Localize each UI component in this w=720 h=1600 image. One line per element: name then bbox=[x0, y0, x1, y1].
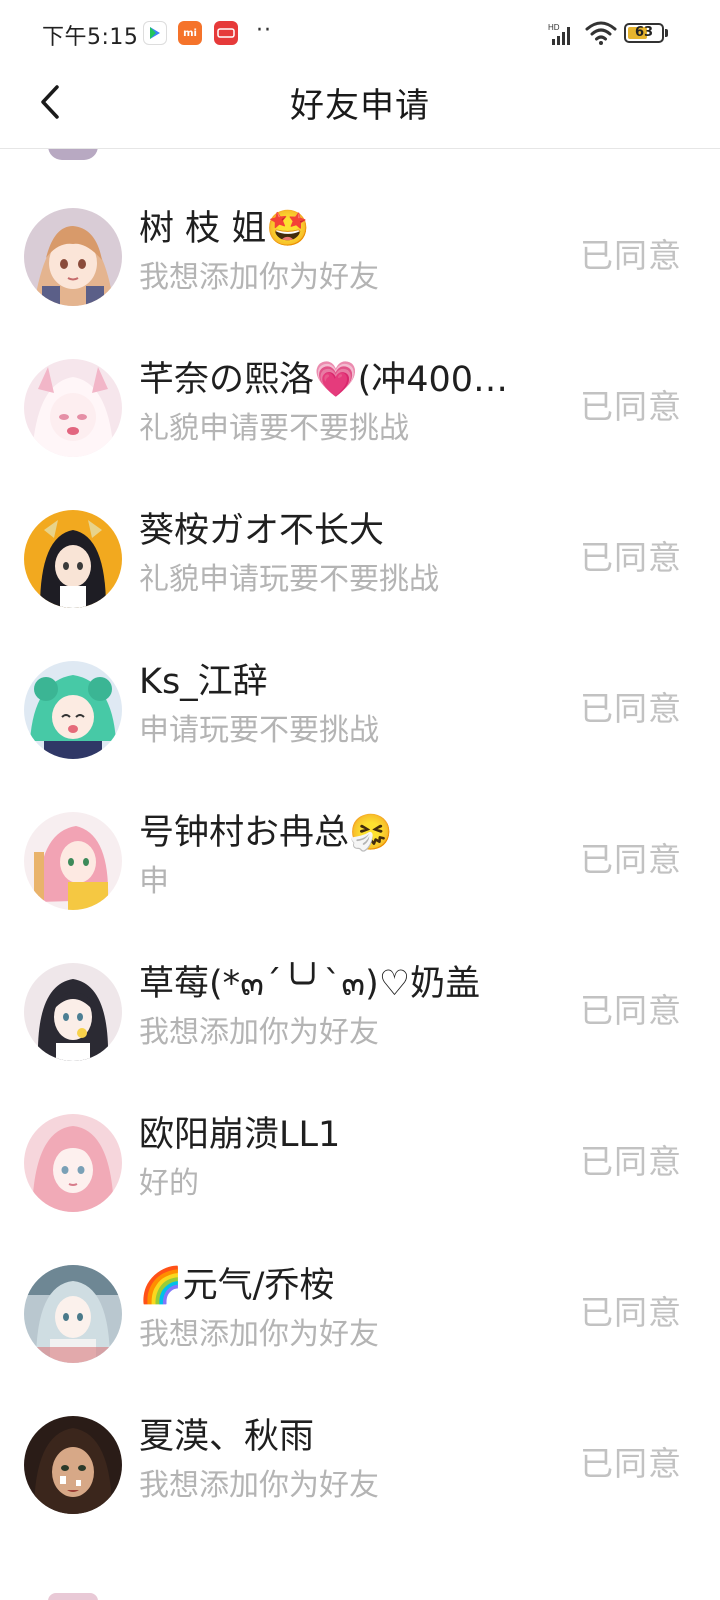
request-message: 申请玩要不要挑战 bbox=[139, 713, 379, 748]
status-accepted: 已同意 bbox=[580, 840, 682, 879]
requester-name: 草莓(*๓´╰╯`๓)♡奶盖 bbox=[139, 964, 481, 1004]
header: 好友申请 bbox=[0, 66, 720, 149]
avatar[interactable] bbox=[24, 1265, 122, 1363]
battery-cap bbox=[665, 29, 668, 37]
play-store-icon bbox=[143, 21, 167, 45]
status-accepted: 已同意 bbox=[580, 1293, 682, 1332]
status-accepted: 已同意 bbox=[580, 991, 682, 1030]
status-accepted: 已同意 bbox=[580, 1142, 682, 1181]
status-bar: 下午5:15 mi ·· HD 63 bbox=[0, 0, 720, 66]
list-item[interactable]: 芊奈の熙洛💗(冲400… 礼貌申请要不要挑战 已同意 bbox=[0, 333, 720, 484]
list-item[interactable]: 草莓(*๓´╰╯`๓)♡奶盖 我想添加你为好友 已同意 bbox=[0, 937, 720, 1088]
list-item[interactable]: Ks_江辞 申请玩要不要挑战 已同意 bbox=[0, 635, 720, 786]
avatar[interactable] bbox=[24, 510, 122, 608]
requester-name: 芊奈の熙洛💗(冲400… bbox=[139, 360, 509, 400]
signal-icon: HD bbox=[548, 23, 570, 45]
list-item[interactable]: 葵桉ガオ不长大 礼貌申请玩要不要挑战 已同意 bbox=[0, 484, 720, 635]
requester-name: 树 枝 姐🤩 bbox=[139, 209, 310, 249]
avatar[interactable] bbox=[24, 661, 122, 759]
status-time: 下午5:15 bbox=[42, 25, 139, 50]
network-label: HD bbox=[548, 23, 560, 32]
page-title: 好友申请 bbox=[290, 86, 430, 126]
request-message: 申 bbox=[139, 864, 169, 899]
request-message: 礼貌申请玩要不要挑战 bbox=[139, 562, 439, 597]
battery-level: 63 bbox=[634, 25, 654, 40]
status-accepted: 已同意 bbox=[580, 1444, 682, 1483]
list-item[interactable]: 夏漠、秋雨 我想添加你为好友 已同意 bbox=[0, 1390, 720, 1541]
list-item[interactable]: 🌈元气/乔桉 我想添加你为好友 已同意 bbox=[0, 1239, 720, 1390]
list-item[interactable]: 树 枝 姐🤩 我想添加你为好友 已同意 bbox=[0, 182, 720, 333]
status-accepted: 已同意 bbox=[580, 689, 682, 728]
friend-request-list[interactable]: 树 枝 姐🤩 我想添加你为好友 已同意 芊奈の熙洛💗(冲400… 礼貌申请要不要… bbox=[0, 66, 720, 1600]
status-accepted: 已同意 bbox=[580, 538, 682, 577]
request-message: 我想添加你为好友 bbox=[139, 260, 379, 295]
status-dots: ·· bbox=[256, 18, 272, 43]
list-item[interactable]: 号钟村お冉总🤧 申 已同意 bbox=[0, 786, 720, 937]
requester-name: 🌈元气/乔桉 bbox=[139, 1266, 335, 1306]
requester-name: 葵桉ガオ不长大 bbox=[139, 511, 385, 551]
battery-icon: 63 bbox=[624, 23, 664, 43]
mi-icon: mi bbox=[178, 21, 202, 45]
avatar[interactable] bbox=[24, 359, 122, 457]
avatar[interactable] bbox=[24, 208, 122, 306]
avatar[interactable] bbox=[24, 1114, 122, 1212]
request-message: 我想添加你为好友 bbox=[139, 1015, 379, 1050]
list-item[interactable]: 欧阳崩溃LL1 好的 已同意 bbox=[0, 1088, 720, 1239]
wifi-icon bbox=[585, 21, 617, 45]
request-message: 我想添加你为好友 bbox=[139, 1468, 379, 1503]
avatar[interactable] bbox=[24, 1416, 122, 1514]
avatar[interactable] bbox=[24, 812, 122, 910]
requester-name: 欧阳崩溃LL1 bbox=[139, 1115, 341, 1155]
status-accepted: 已同意 bbox=[580, 387, 682, 426]
news-app-icon bbox=[214, 21, 238, 45]
requester-name: Ks_江辞 bbox=[139, 662, 268, 702]
request-message: 我想添加你为好友 bbox=[139, 1317, 379, 1352]
status-accepted: 已同意 bbox=[580, 236, 682, 275]
requester-name: 号钟村お冉总🤧 bbox=[139, 813, 393, 853]
requester-name: 夏漠、秋雨 bbox=[139, 1417, 315, 1457]
request-message: 礼貌申请要不要挑战 bbox=[139, 411, 409, 446]
request-message: 好的 bbox=[139, 1166, 199, 1201]
avatar[interactable] bbox=[24, 963, 122, 1061]
partial-avatar bbox=[48, 1593, 98, 1600]
